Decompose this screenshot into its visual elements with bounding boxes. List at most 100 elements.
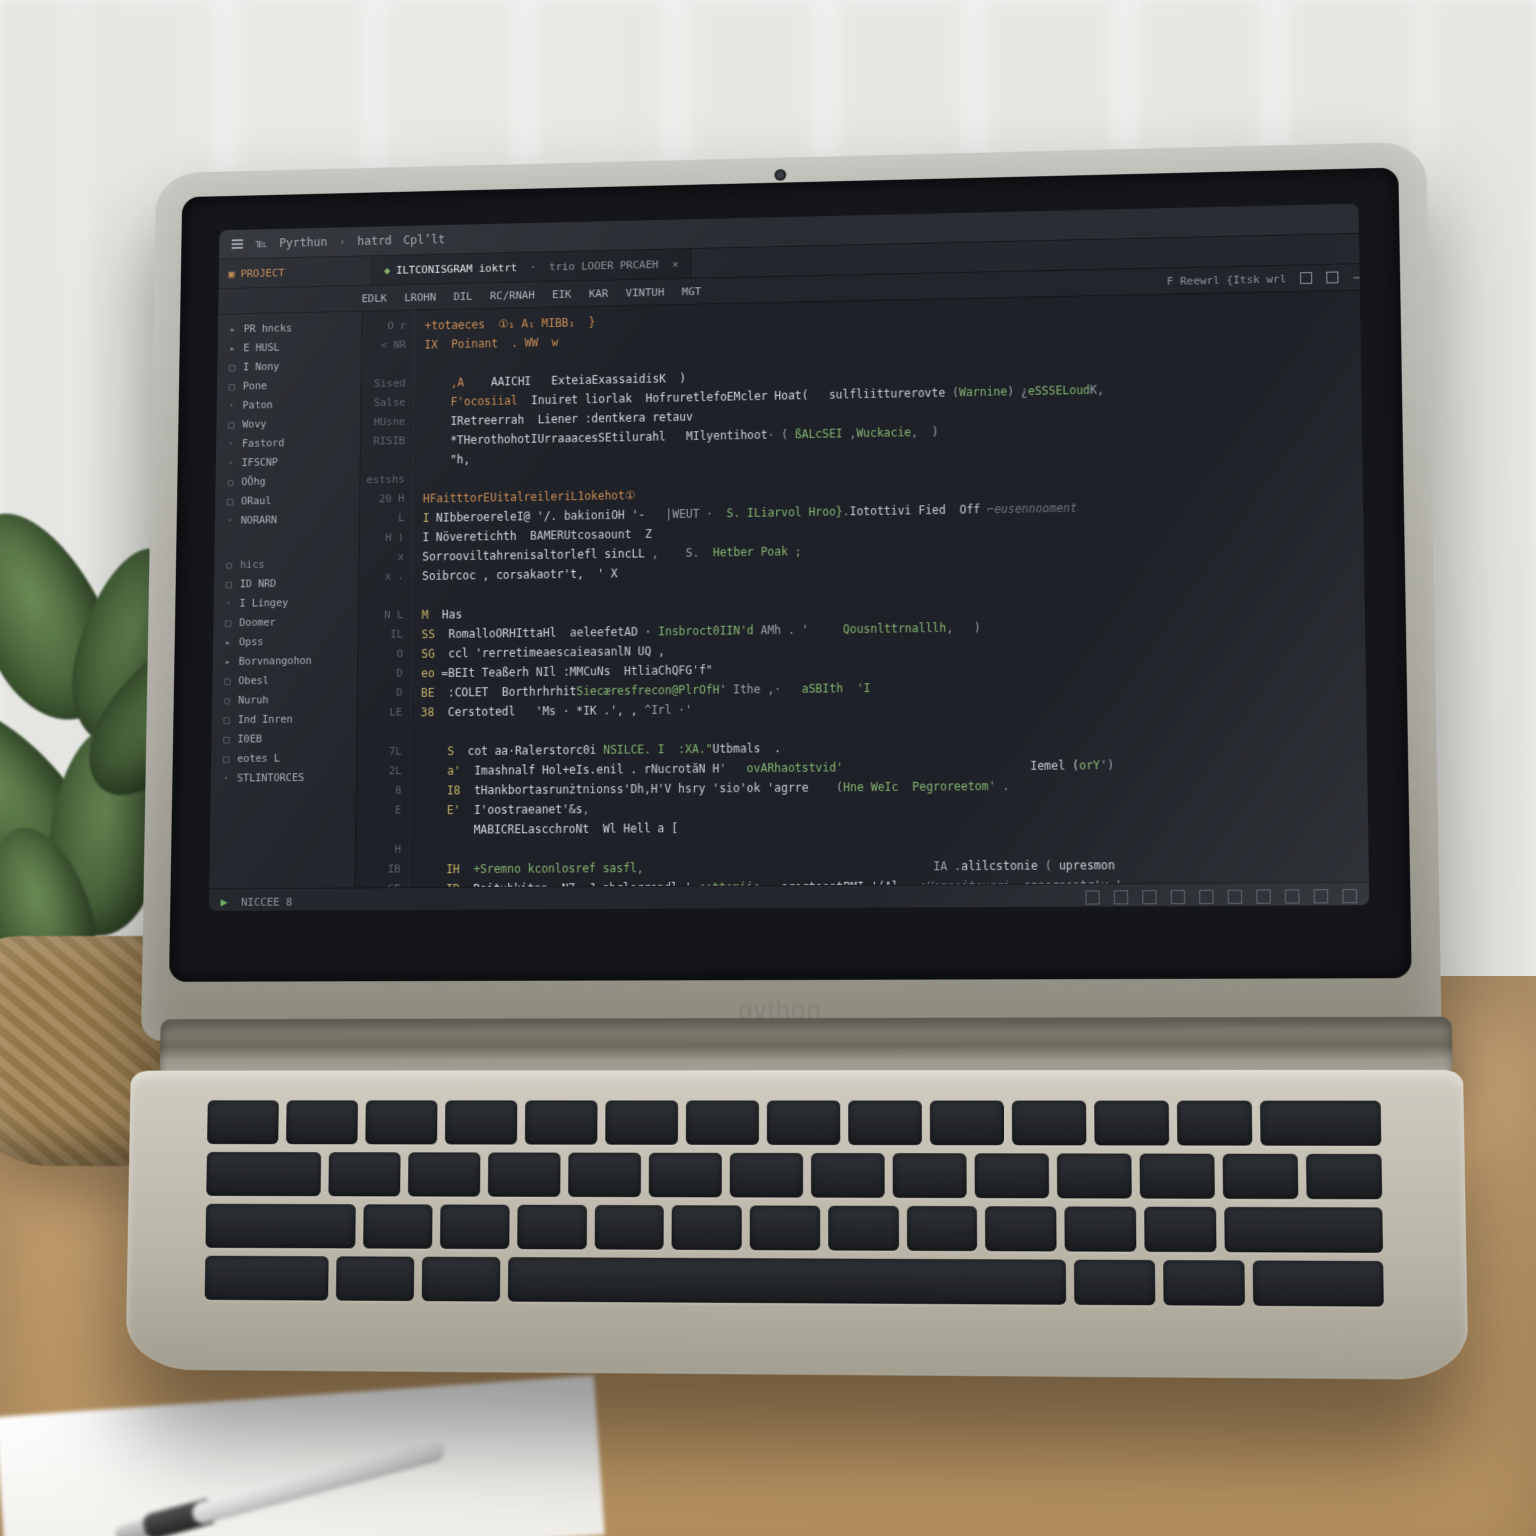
sidebar-item[interactable]: ▸Borvnangohon — [213, 651, 358, 672]
screen-bezel: ℡ Pyrthun › hatrd Cpl’lt ▣ PROJECT ◆ — [169, 168, 1412, 982]
sidebar-item[interactable]: □ eotes L — [211, 748, 356, 769]
menu-item[interactable]: RC/RNAH — [490, 288, 535, 301]
statusbar-icon[interactable] — [1342, 889, 1357, 903]
menu-item[interactable]: DIL — [453, 290, 472, 303]
sidebar-item[interactable]: ▸Opss — [213, 631, 358, 652]
breadcrumb-root[interactable]: ℡ — [255, 237, 267, 251]
close-icon[interactable]: × — [672, 257, 678, 270]
sidebar-item[interactable]: ○OÖhg — [215, 471, 359, 493]
menu-item[interactable]: LROHN — [404, 291, 436, 304]
folder-icon: ▣ — [228, 267, 234, 279]
tree-toggle-icon: · — [220, 773, 231, 784]
tab-label: ILTCONISGRAM ioktrt · trio LOOER PRCAEH — [396, 258, 658, 276]
sidebar-item[interactable]: ○ Nuruh — [212, 690, 357, 711]
statusbar-icon[interactable] — [1314, 889, 1329, 903]
tree-toggle-icon: □ — [223, 618, 234, 629]
tree-toggle-icon: ▸ — [227, 343, 238, 354]
statusbar-icon[interactable] — [1228, 890, 1242, 904]
statusbar-icon[interactable] — [1114, 890, 1128, 904]
sidebar-item[interactable]: □ Ind Inren — [212, 709, 357, 730]
sidebar-item[interactable]: ·NORARN — [215, 509, 359, 530]
layout-icon[interactable] — [1300, 272, 1312, 284]
sidebar-item-label: Doomer — [239, 617, 276, 629]
menu-item[interactable]: VINTUH — [626, 286, 665, 299]
sidebar-item-label: IFSCNP — [242, 457, 278, 469]
tree-toggle-icon: □ — [225, 496, 236, 507]
sidebar-item[interactable]: ·Fastord — [216, 432, 360, 454]
tree-toggle-icon: · — [225, 458, 236, 469]
status-indicator-text: F Reewrl {Itsk wrl — [1167, 272, 1287, 287]
sidebar-item-label: I0EB — [237, 733, 262, 745]
keyboard[interactable] — [205, 1100, 1384, 1306]
statusbar-icon[interactable] — [1199, 890, 1213, 904]
sidebar-item-label: hics — [240, 559, 264, 571]
breadcrumb-file[interactable]: Cpl’lt — [403, 233, 445, 247]
sidebar-item-label: I Lingey — [239, 597, 288, 609]
sidebar-item[interactable]: ○ hics — [214, 554, 358, 575]
breadcrumb-project[interactable]: Pyrthun — [279, 235, 327, 249]
menu-item[interactable]: EIK — [552, 288, 571, 301]
statusbar-icon[interactable] — [1085, 890, 1099, 904]
sidebar-item-label: Obesl — [238, 675, 269, 687]
layout-icon[interactable] — [1327, 271, 1339, 283]
run-config-label[interactable]: NICCEE 8 — [241, 895, 293, 908]
sidebar-item-label: Pone — [243, 380, 267, 392]
tree-toggle-icon: □ — [222, 676, 233, 687]
tree-toggle-icon: ▸ — [227, 324, 238, 335]
menu-item[interactable]: EDLK — [362, 292, 388, 305]
sidebar-item-label: ORaul — [241, 495, 271, 507]
sidebar-item[interactable] — [215, 529, 359, 550]
code-area[interactable]: +totaeces ①₁ A₁ MIBB₁ } IX Poinant . WW … — [409, 291, 1369, 888]
statusbar-icon[interactable] — [1171, 890, 1185, 904]
laptop-lid: ℡ Pyrthun › hatrd Cpl’lt ▣ PROJECT ◆ — [141, 142, 1442, 1041]
tree-toggle-icon: · — [226, 401, 237, 412]
sidebar-item[interactable]: □ ID NRD — [214, 573, 359, 594]
breadcrumb-folder[interactable]: hatrd — [357, 234, 392, 248]
ide-body: ▸PR hncks▸E HUSL□I Nony□Pone·Paton□Wovy·… — [209, 291, 1369, 889]
tree-toggle-icon: ○ — [225, 477, 236, 488]
tree-toggle-icon: □ — [223, 579, 234, 590]
tree-toggle-icon: □ — [226, 420, 237, 431]
sidebar-item-label: Nuruh — [238, 695, 269, 707]
menu-item[interactable]: KAR — [589, 287, 608, 300]
app-menu-icon[interactable] — [231, 237, 245, 251]
sidebar-item-label: ID NRD — [240, 578, 277, 590]
explorer-header[interactable]: ▣ PROJECT — [219, 256, 373, 288]
webcam — [774, 169, 786, 181]
tree-toggle-icon: □ — [221, 754, 232, 765]
statusbar-icon[interactable] — [1142, 890, 1156, 904]
sidebar-item[interactable]: ·I Lingey — [214, 592, 359, 613]
file-icon: ◆ — [384, 264, 390, 277]
sidebar-item[interactable]: □ Doomer — [213, 612, 358, 633]
sidebar-item-label: eotes L — [237, 753, 280, 765]
tree-toggle-icon: □ — [221, 715, 232, 726]
sidebar-item[interactable]: ·Paton — [217, 394, 361, 416]
chevron-right-icon: › — [339, 235, 346, 248]
menu-item[interactable]: MGT — [682, 285, 701, 298]
sidebar-item[interactable]: □ Obesl — [212, 670, 357, 691]
tree-toggle-icon: · — [224, 516, 235, 527]
tree-toggle-icon: □ — [221, 734, 232, 745]
sidebar-item[interactable]: ·STLINTORCES — [211, 768, 356, 789]
code-editor[interactable]: O r< NR SisedSalseHUsneRISIB estshs20 H … — [356, 291, 1369, 888]
statusbar-icon[interactable] — [1256, 890, 1270, 904]
titlebar-right-cluster: F Reewrl {Itsk wrl ⋯ — [1167, 271, 1360, 288]
sidebar-item-label: Borvnangohon — [239, 655, 312, 667]
sidebar-item-label: Wovy — [242, 419, 266, 431]
sidebar-item[interactable]: □ I0EB — [211, 729, 356, 750]
tree-toggle-icon: □ — [227, 381, 238, 392]
run-icon[interactable]: ▶ — [220, 895, 227, 909]
kebab-icon[interactable]: ⋯ — [1353, 271, 1360, 284]
tree-toggle-icon: ○ — [224, 560, 235, 571]
statusbar-icon[interactable] — [1285, 889, 1300, 903]
tree-toggle-icon: ▸ — [223, 637, 234, 648]
file-explorer[interactable]: ▸PR hncks▸E HUSL□I Nony□Pone·Paton□Wovy·… — [209, 312, 362, 889]
sidebar-item-label: Ind Inren — [238, 714, 293, 726]
sidebar-item-label: I Nony — [243, 361, 279, 373]
sidebar-item[interactable]: · IFSCNP — [216, 452, 360, 474]
sidebar-item[interactable]: □ Wovy — [216, 413, 360, 435]
explorer-title: PROJECT — [240, 266, 284, 279]
tree-toggle-icon: · — [226, 439, 237, 450]
tree-toggle-icon: ○ — [222, 695, 233, 706]
sidebar-item[interactable]: □ ORaul — [215, 490, 359, 512]
